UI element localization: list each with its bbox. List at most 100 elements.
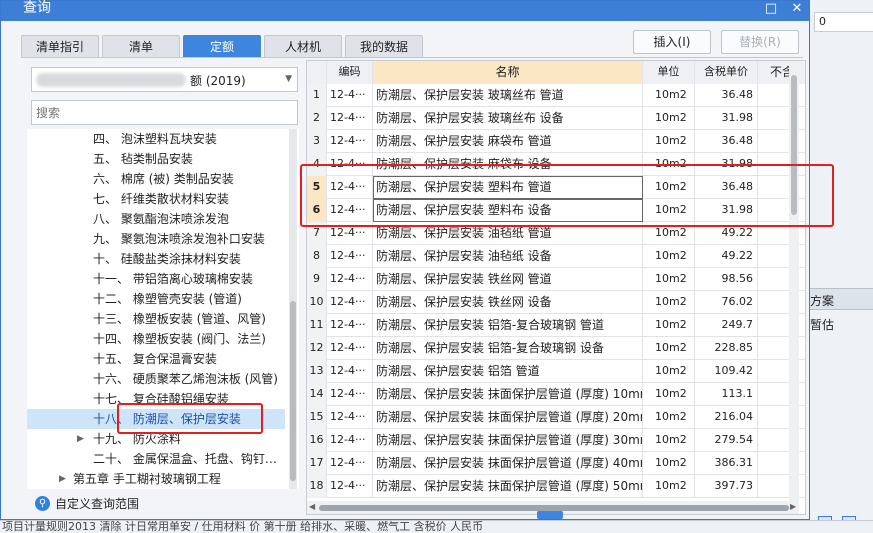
insert-button[interactable]: 插入(I) [633,30,711,54]
cell-unit: 10m2 [643,383,695,406]
library-select[interactable]: 额 (2019) ▼ [31,67,298,92]
table-row[interactable]: 1 12-4··· 防潮层、保护层安装 玻璃丝布 管道 10m2 36.48 [307,84,805,107]
header-price-with-tax[interactable]: 含税单价 [695,61,758,84]
dialog-titlebar[interactable]: 查询 □ ✕ [1,0,809,21]
table-row[interactable]: 3 12-4··· 防潮层、保护层安装 麻袋布 管道 10m2 36.48 [307,130,805,153]
tree-item[interactable]: 十、 硅酸盐类涂抹材料安装 [27,249,285,269]
row-number: 11 [307,314,327,337]
maximize-icon[interactable]: □ [761,1,781,19]
cell-name: 防潮层、保护层安装 玻璃丝布 管道 [373,84,643,107]
table-row[interactable]: 13 12-4··· 防潮层、保护层安装 铝箔 管道 10m2 109.42 [307,360,805,383]
table-row[interactable]: 8 12-4··· 防潮层、保护层安装 油毡纸 设备 10m2 49.22 [307,245,805,268]
header-code[interactable]: 编码 [327,61,373,84]
cell-unit: 10m2 [643,429,695,452]
scroll-right-icon[interactable]: ▶ [790,502,796,511]
query-dialog: 查询 □ ✕ 清单指引 清单 定额 人材机 我的数据 插入(I) 替换(R) 额… [0,0,810,520]
close-icon[interactable]: ✕ [787,1,807,19]
cell-price: 36.48 [695,130,758,153]
cell-name: 防潮层、保护层安装 抹面保护层管道 (厚度) 20mm [373,406,643,429]
background-app-right: 0 方案 暂估 [810,0,873,533]
cell-unit: 10m2 [643,245,695,268]
panel-splitter-handle[interactable] [537,511,563,519]
table-row[interactable]: 16 12-4··· 防潮层、保护层安装 抹面保护层管道 (厚度) 30mm 10m2… [307,429,805,452]
scroll-left-icon[interactable]: ◀ [309,502,315,511]
chevron-down-icon[interactable]: ▼ [285,74,292,84]
row-number: 3 [307,130,327,153]
tree-item[interactable]: 五、 毡类制品安装 [27,149,285,169]
cell-name: 防潮层、保护层安装 铝箔 管道 [373,360,643,383]
table-row[interactable]: 2 12-4··· 防潮层、保护层安装 玻璃丝布 设备 10m2 31.98 [307,107,805,130]
table-vertical-scrollbar[interactable] [789,61,799,501]
tree-item[interactable]: 九、 聚氨泡沫喷涂发泡补口安装 [27,229,285,249]
cell-code: 12-4··· [327,452,373,475]
tree-scrollbar-thumb[interactable] [290,301,296,481]
tab-bill-guide[interactable]: 清单指引 [21,35,99,58]
tab-my-data[interactable]: 我的数据 [345,35,423,58]
row-number: 9 [307,268,327,291]
table-row[interactable]: 17 12-4··· 防潮层、保护层安装 抹面保护层管道 (厚度) 40mm 10m2… [307,452,805,475]
cell-price: 279.54 [695,429,758,452]
expand-arrow-icon[interactable]: ▶ [59,469,66,489]
search-input[interactable] [31,100,298,125]
cell-unit: 10m2 [643,268,695,291]
cell-code: 12-4··· [327,84,373,107]
row-number: 12 [307,337,327,360]
background-label-zangu: 暂估 [810,318,835,332]
cell-price: 113.1 [695,383,758,406]
cell-unit: 10m2 [643,107,695,130]
tree-item[interactable]: 十五、 复合保温膏安装 [27,349,285,369]
cell-code: 12-4··· [327,337,373,360]
tree-item[interactable]: ▶ 第五章 手工糊衬玻璃钢工程 [27,469,285,489]
row-number: 17 [307,452,327,475]
row-number: 15 [307,406,327,429]
cell-price: 386.31 [695,452,758,475]
tab-bill[interactable]: 清单 [102,35,180,58]
cell-code: 12-4··· [327,429,373,452]
tree-item[interactable]: 十二、 橡塑管壳安装 (管道) [27,289,285,309]
library-select-value: 额 (2019) [190,74,246,88]
quota-table: 编码 名称 单位 含税单价 不含 1 12-4··· 防潮层、保护层安装 玻璃丝布 … [306,60,806,515]
cell-code: 12-4··· [327,107,373,130]
cell-name: 防潮层、保护层安装 抹面保护层管道 (厚度) 50mm [373,475,643,498]
cell-unit: 10m2 [643,360,695,383]
table-row[interactable]: 14 12-4··· 防潮层、保护层安装 抹面保护层管道 (厚度) 10mm 10m2… [307,383,805,406]
cell-code: 12-4··· [327,130,373,153]
cell-code: 12-4··· [327,360,373,383]
cell-unit: 10m2 [643,84,695,107]
tab-labor-material-machine[interactable]: 人材机 [264,35,342,58]
tree-item[interactable]: 十三、 橡塑板安装 (管道、风管) [27,309,285,329]
table-row[interactable]: 18 12-4··· 防潮层、保护层安装 抹面保护层管道 (厚度) 50mm 10m2… [307,475,805,498]
cell-code: 12-4··· [327,291,373,314]
tree-item[interactable]: 十一、 带铝箔离心玻璃棉安装 [27,269,285,289]
cell-price: 109.42 [695,360,758,383]
table-row[interactable]: 11 12-4··· 防潮层、保护层安装 铝箔-复合玻璃钢 管道 10m2 249.7 [307,314,805,337]
row-number: 1 [307,84,327,107]
tree-item[interactable]: 六、 棉席 (被) 类制品安装 [27,169,285,189]
tree-item[interactable]: 八、 聚氨酯泡沫喷涂发泡 [27,209,285,229]
tree-item[interactable]: 十四、 橡塑板安装 (阀门、法兰) [27,329,285,349]
table-row[interactable]: 9 12-4··· 防潮层、保护层安装 铁丝网 管道 10m2 98.56 [307,268,805,291]
cell-name: 防潮层、保护层安装 抹面保护层管道 (厚度) 30mm [373,429,643,452]
tree-item[interactable]: 七、 纤维类散状材料安装 [27,189,285,209]
tree-item[interactable]: 二十、 金属保温盒、托盘、钩钉… [27,449,285,469]
tree-scrollbar[interactable] [289,129,297,489]
tree-item[interactable]: 十六、 硬质聚苯乙烯泡沫板 (风管) [27,369,285,389]
table-row[interactable]: 10 12-4··· 防潮层、保护层安装 铁丝网 设备 10m2 76.02 [307,291,805,314]
cell-price: 216.04 [695,406,758,429]
annotation-box-rows [300,164,834,227]
header-unit[interactable]: 单位 [643,61,695,84]
cell-unit: 10m2 [643,475,695,498]
expand-arrow-icon[interactable]: ▶ [77,429,84,449]
header-name[interactable]: 名称 [373,61,643,84]
table-row[interactable]: 15 12-4··· 防潮层、保护层安装 抹面保护层管道 (厚度) 20mm 10m2… [307,406,805,429]
cell-code: 12-4··· [327,475,373,498]
row-number: 2 [307,107,327,130]
table-row[interactable]: 12 12-4··· 防潮层、保护层安装 铝箔-复合玻璃钢 设备 10m2 228.85 [307,337,805,360]
replace-button[interactable]: 替换(R) [721,30,799,54]
tab-quota[interactable]: 定额 [183,35,261,58]
cell-unit: 10m2 [643,314,695,337]
cell-code: 12-4··· [327,406,373,429]
tree-item[interactable]: 四、 泡沫塑料瓦块安装 [27,129,285,149]
cell-name: 防潮层、保护层安装 麻袋布 管道 [373,130,643,153]
background-tab-fangan[interactable]: 方案 [810,288,873,310]
